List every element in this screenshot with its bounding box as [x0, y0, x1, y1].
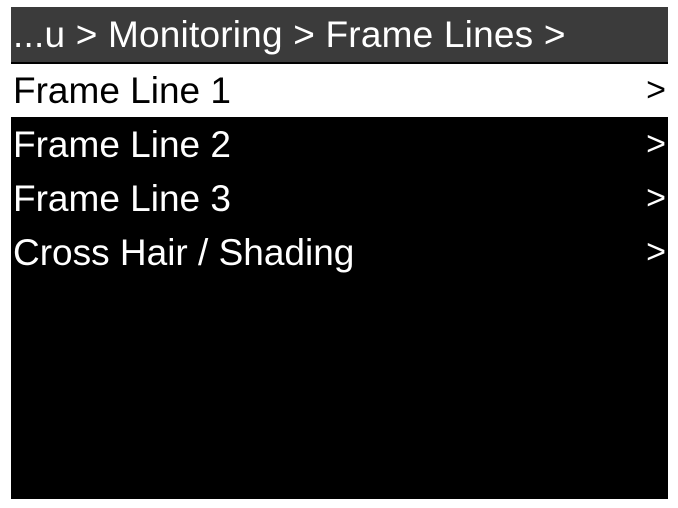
chevron-right-icon: > [646, 179, 666, 217]
chevron-right-icon: > [646, 125, 666, 163]
menu-item-frame-line-2[interactable]: Frame Line 2 > [11, 118, 668, 171]
menu-item-frame-line-3[interactable]: Frame Line 3 > [11, 172, 668, 225]
menu-item-label: Cross Hair / Shading [13, 232, 355, 273]
chevron-right-icon: > [646, 71, 666, 109]
breadcrumb: ...u > Monitoring > Frame Lines > [13, 14, 566, 55]
menu-item-frame-line-1[interactable]: Frame Line 1 > [11, 64, 668, 117]
menu-item-cross-hair-shading[interactable]: Cross Hair / Shading > [11, 226, 668, 279]
breadcrumb-bar: ...u > Monitoring > Frame Lines > [11, 7, 668, 62]
monitor-menu-screen: ...u > Monitoring > Frame Lines > Frame … [11, 7, 668, 499]
menu-item-label: Frame Line 3 [13, 178, 231, 219]
menu-item-label: Frame Line 2 [13, 124, 231, 165]
chevron-right-icon: > [646, 233, 666, 271]
menu-item-label: Frame Line 1 [13, 70, 231, 111]
menu-list: Frame Line 1 > Frame Line 2 > Frame Line… [11, 64, 668, 280]
